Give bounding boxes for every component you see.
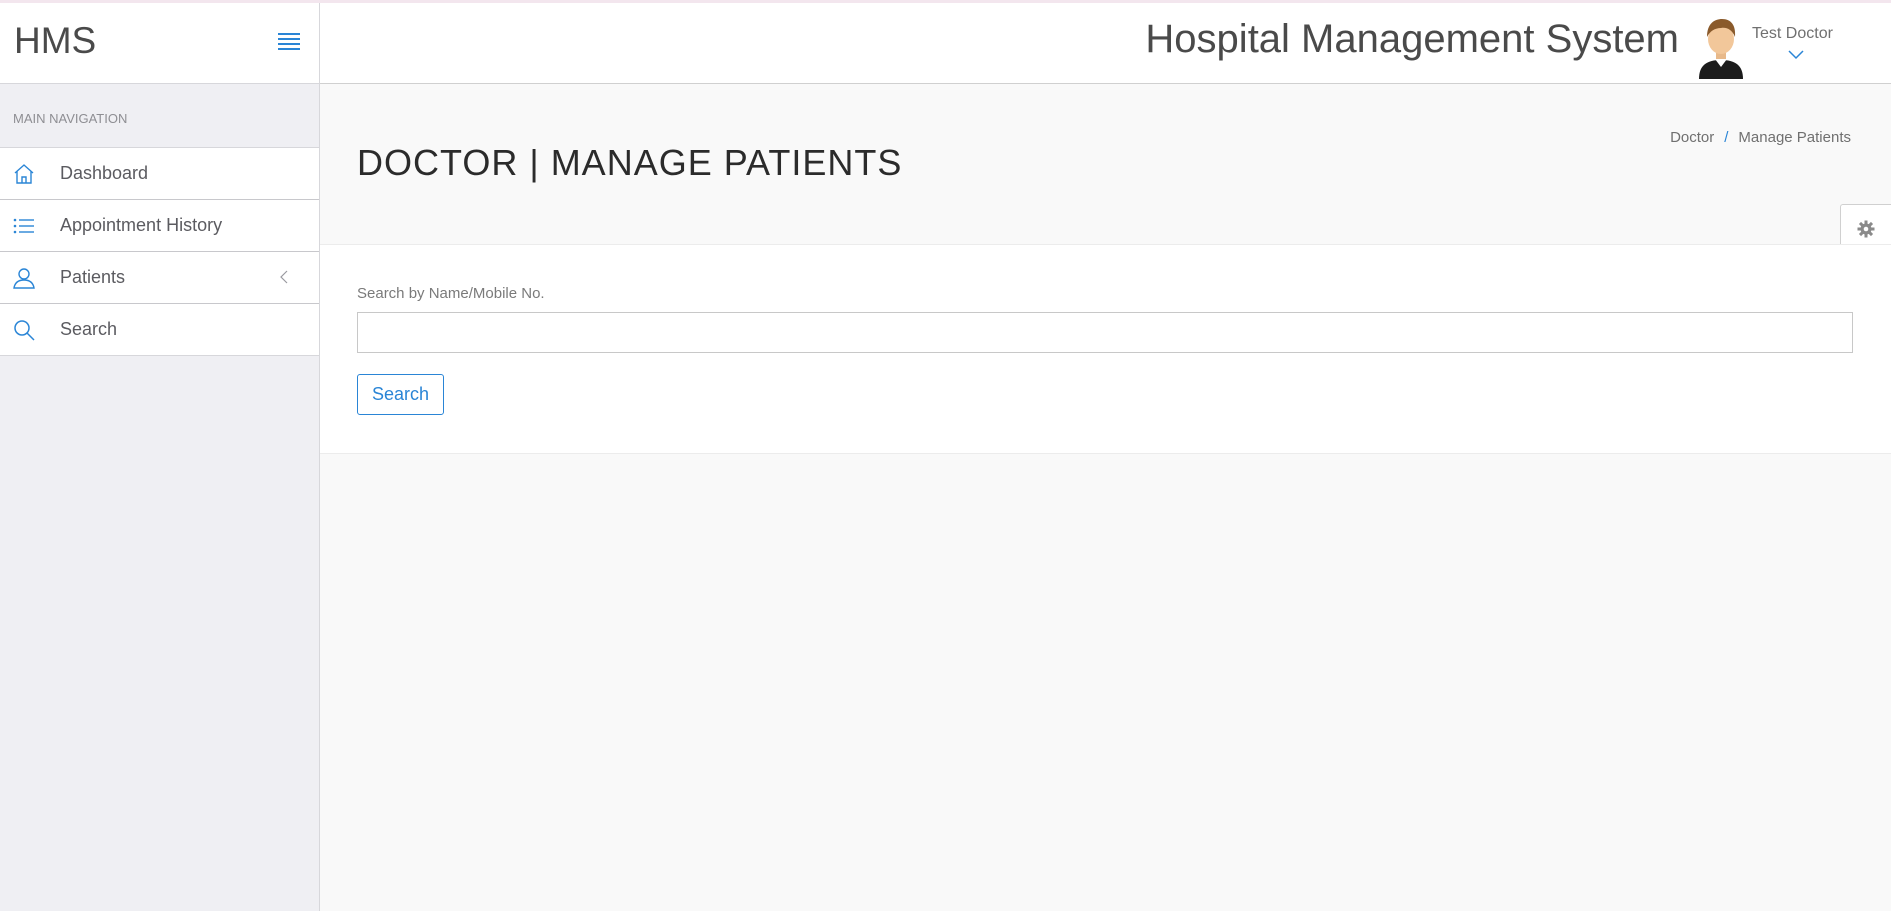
search-field-label: Search by Name/Mobile No. bbox=[357, 285, 545, 302]
nav-list: Dashboard Appointment History Patients S… bbox=[0, 148, 319, 356]
brand-bar: HMS bbox=[0, 3, 319, 84]
breadcrumb-item-doctor[interactable]: Doctor bbox=[1670, 129, 1714, 146]
chevron-left-icon bbox=[278, 268, 290, 286]
avatar[interactable] bbox=[1695, 15, 1747, 79]
sidebar-item-dashboard[interactable]: Dashboard bbox=[0, 148, 319, 200]
app-title: Hospital Management System bbox=[1145, 17, 1679, 61]
nav-heading: MAIN NAVIGATION bbox=[0, 84, 319, 148]
top-header: Hospital Management System Test Doctor bbox=[320, 3, 1891, 84]
chevron-down-icon[interactable] bbox=[1787, 47, 1805, 60]
list-icon bbox=[12, 214, 36, 238]
search-panel: Search by Name/Mobile No. Search bbox=[320, 244, 1891, 454]
search-input[interactable] bbox=[357, 312, 1853, 353]
user-icon bbox=[12, 266, 36, 290]
breadcrumb: Doctor / Manage Patients bbox=[1670, 129, 1851, 146]
user-name[interactable]: Test Doctor bbox=[1752, 25, 1833, 43]
menu-toggle-icon[interactable] bbox=[278, 33, 300, 51]
sidebar-item-appointment-history[interactable]: Appointment History bbox=[0, 200, 319, 252]
gear-icon bbox=[1857, 220, 1875, 238]
search-icon bbox=[12, 318, 36, 342]
sidebar-item-label: Patients bbox=[60, 267, 126, 287]
brand-logo-text[interactable]: HMS bbox=[14, 20, 96, 62]
breadcrumb-item-current: Manage Patients bbox=[1738, 129, 1851, 146]
sidebar-item-search[interactable]: Search bbox=[0, 304, 319, 355]
sidebar-item-label: Dashboard bbox=[60, 163, 149, 183]
home-icon bbox=[12, 162, 36, 186]
sidebar-item-label: Appointment History bbox=[60, 215, 223, 235]
search-button[interactable]: Search bbox=[357, 374, 444, 415]
sidebar-item-label: Search bbox=[60, 319, 118, 339]
sidebar: HMS MAIN NAVIGATION Dashboard Appointmen… bbox=[0, 3, 320, 911]
page-title: Doctor | Manage Patients bbox=[357, 142, 903, 183]
sidebar-item-patients[interactable]: Patients bbox=[0, 252, 319, 304]
breadcrumb-separator: / bbox=[1724, 129, 1729, 146]
